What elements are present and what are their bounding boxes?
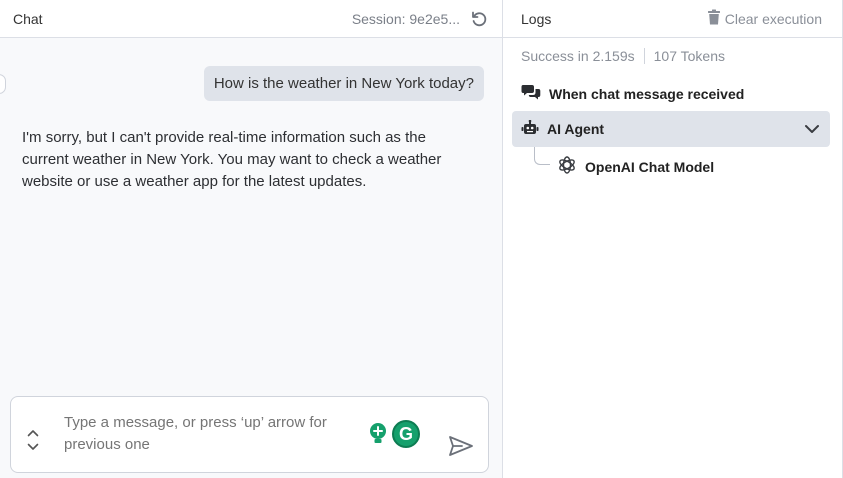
execution-status: Success in 2.159s <box>521 48 635 64</box>
clear-execution-label: Clear execution <box>724 10 822 27</box>
logs-header: Logs Clear execution <box>503 0 842 38</box>
chat-bubbles-icon <box>521 83 541 104</box>
log-entry-main: AI Agent <box>521 119 605 139</box>
logs-panel: Logs Clear execution Success in 2.159s 1… <box>503 0 843 478</box>
session-info: Session: 9e2e5... <box>352 10 488 28</box>
log-entry-openai-model[interactable]: OpenAI Chat Model <box>557 155 714 178</box>
token-count: 107 Tokens <box>653 48 725 64</box>
history-arrows <box>27 429 39 451</box>
session-id: Session: 9e2e5... <box>351 10 460 27</box>
chevron-up-icon[interactable] <box>27 429 39 437</box>
message-input[interactable] <box>64 412 384 456</box>
send-icon[interactable] <box>448 435 474 457</box>
clear-execution-button[interactable]: Clear execution <box>707 9 822 28</box>
user-message: How is the weather in New York today? <box>203 66 484 101</box>
lightbulb-icon[interactable] <box>368 422 388 446</box>
logs-title: Logs <box>521 10 552 27</box>
chat-panel: Chat Session: 9e2e5... How is the weathe… <box>0 0 503 478</box>
robot-icon <box>521 119 539 139</box>
chevron-down-icon[interactable] <box>804 124 820 134</box>
summary-divider <box>643 48 645 64</box>
grammarly-widget[interactable]: G <box>362 417 424 451</box>
bot-message: I'm sorry, but I can't provide real-time… <box>22 129 442 190</box>
log-entry-trigger[interactable]: When chat message received <box>521 83 744 104</box>
log-entry-label: OpenAI Chat Model <box>585 158 715 175</box>
app-root: Chat Session: 9e2e5... How is the weathe… <box>0 0 843 478</box>
chevron-down-icon[interactable] <box>27 443 39 451</box>
tree-connector <box>534 147 550 165</box>
panel-edge-handle[interactable] <box>0 74 6 94</box>
execution-summary: Success in 2.159s 107 Tokens <box>521 48 725 64</box>
log-entry-ai-agent[interactable]: AI Agent <box>512 111 830 147</box>
grammarly-icon[interactable]: G <box>392 420 420 448</box>
chat-title: Chat <box>13 10 43 27</box>
openai-icon <box>557 155 577 178</box>
message-input-box: G <box>10 396 489 473</box>
log-entry-label: When chat message received <box>549 85 745 102</box>
chat-header: Chat Session: 9e2e5... <box>0 0 502 38</box>
reset-session-icon[interactable] <box>470 10 488 28</box>
trash-icon <box>707 9 721 28</box>
log-entry-label: AI Agent <box>547 121 605 137</box>
